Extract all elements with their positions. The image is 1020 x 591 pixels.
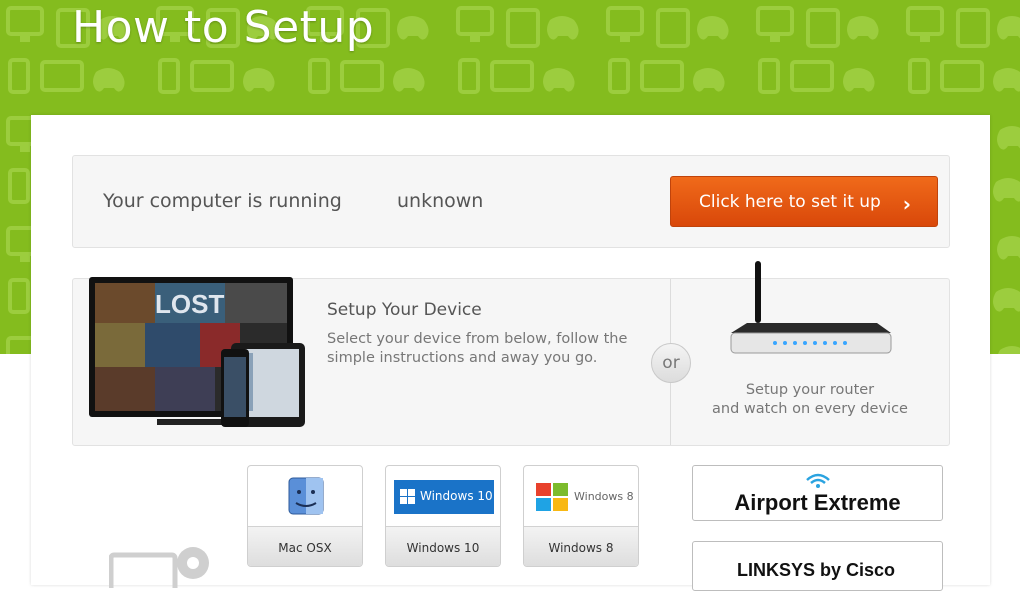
choose-setup-section: LOST Setup Your Device Select your devic… — [72, 261, 950, 446]
wifi-icon — [806, 473, 830, 488]
setup-device-title: Setup Your Device — [327, 300, 482, 320]
tv-screen-text: LOST — [155, 289, 224, 319]
os-card-mac-osx[interactable]: Mac OSX — [247, 465, 363, 567]
finder-icon — [288, 477, 324, 515]
router-caption: Setup your router and watch on every dev… — [671, 381, 949, 419]
os-card-label: Mac OSX — [248, 526, 362, 566]
detected-os-label: Your computer is running — [103, 190, 342, 212]
router-card-airport-extreme[interactable]: Airport Extreme — [692, 465, 943, 521]
router-card-label: Airport Extreme — [734, 490, 901, 515]
setup-button[interactable]: Click here to set it up › — [670, 176, 938, 227]
router-image — [730, 261, 892, 354]
os-detection-bar: Your computer is running unknown Click h… — [72, 155, 950, 248]
router-caption-line-2: and watch on every device — [712, 401, 908, 417]
or-badge: or — [651, 343, 691, 383]
windows-10-logo: Windows 10 — [394, 480, 494, 514]
setup-device-description: Select your device from below, follow th… — [327, 331, 628, 366]
chevron-right-icon: › — [902, 192, 911, 216]
detected-os-value: unknown — [397, 190, 484, 212]
os-card-windows-10[interactable]: Windows 10 Windows 10 — [385, 465, 501, 567]
router-caption-line-1: Setup your router — [745, 382, 875, 398]
main-panel: Your computer is running unknown Click h… — [31, 115, 990, 591]
os-card-label: Windows 8 — [524, 526, 638, 566]
os-card-windows-8[interactable]: Windows 8 Windows 8 — [523, 465, 639, 567]
windows-8-logo: Windows 8 — [536, 481, 636, 515]
os-card-label: Windows 10 — [386, 526, 500, 566]
router-card-linksys[interactable]: LINKSYS by Cisco — [692, 541, 943, 591]
linksys-logo: LINKSYS by Cisco — [737, 560, 896, 580]
devices-image: LOST — [89, 277, 305, 427]
page-title: How to Setup — [72, 2, 375, 53]
settings-gear-icon — [109, 547, 209, 588]
setup-button-label: Click here to set it up — [699, 191, 881, 212]
